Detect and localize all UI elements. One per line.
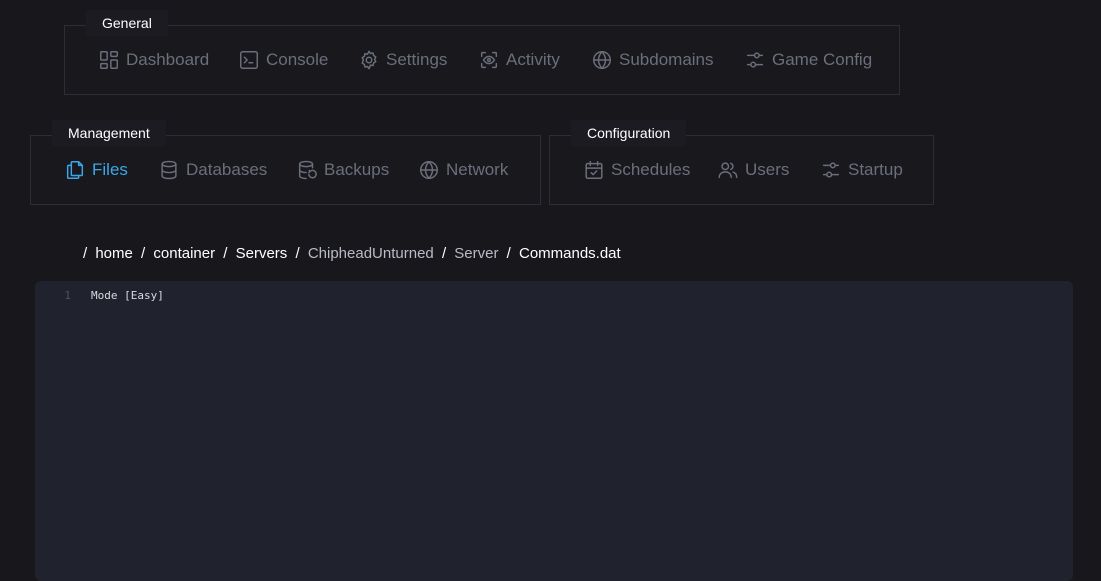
files-icon <box>66 161 84 179</box>
line-number: 1 <box>64 289 71 302</box>
sliders-icon <box>822 162 840 178</box>
gear-icon <box>361 50 377 70</box>
breadcrumb-current-file: Commands.dat <box>518 245 621 262</box>
breadcrumb-segment-home[interactable]: home <box>95 245 133 262</box>
nav-console-label: Console <box>266 50 329 69</box>
nav-files-label: Files <box>92 160 128 179</box>
nav-dashboard[interactable]: Dashboard <box>98 49 209 71</box>
nav-backups-label: Backups <box>324 160 390 179</box>
nav-subdomains[interactable]: Subdomains <box>591 49 714 71</box>
sliders-icon <box>746 52 764 68</box>
nav-subdomains-label: Subdomains <box>619 50 714 69</box>
nav-databases[interactable]: Databases <box>158 159 267 181</box>
breadcrumb-segment-servers[interactable]: Servers <box>236 245 288 262</box>
breadcrumb-separator: / <box>506 245 511 262</box>
breadcrumb-separator: / <box>441 245 447 262</box>
breadcrumb-segment-chipheadunturned[interactable]: ChipheadUnturned <box>308 245 434 262</box>
dashboard-icon <box>100 51 118 69</box>
globe-icon <box>420 161 438 179</box>
globe-icon <box>593 51 611 69</box>
database-restore-icon <box>298 160 317 180</box>
nav-dashboard-label: Dashboard <box>126 50 210 69</box>
nav-backups[interactable]: Backups <box>296 159 389 181</box>
general-group-title: General <box>86 10 168 36</box>
breadcrumb-separator: / <box>223 245 228 262</box>
code-line[interactable]: Mode [Easy] <box>91 289 164 302</box>
code-editor[interactable]: 1 Mode [Easy] <box>35 281 1073 581</box>
nav-settings[interactable]: Settings <box>358 49 447 71</box>
nav-network-label: Network <box>446 160 509 179</box>
nav-game-config[interactable]: Game Config <box>744 49 872 71</box>
breadcrumb: / home / container / Servers / ChipheadU… <box>83 245 621 262</box>
nav-game-config-label: Game Config <box>772 50 873 69</box>
users-icon <box>718 162 738 179</box>
nav-files[interactable]: Files <box>64 159 128 181</box>
breadcrumb-separator: / <box>295 245 300 262</box>
eye-scan-icon <box>480 51 498 69</box>
nav-console[interactable]: Console <box>238 49 328 71</box>
nav-databases-label: Databases <box>186 160 268 179</box>
nav-activity-label: Activity <box>506 50 560 69</box>
nav-settings-label: Settings <box>386 50 448 69</box>
breadcrumb-segment-container[interactable]: container <box>153 245 215 262</box>
nav-users[interactable]: Users <box>717 159 789 181</box>
management-group-title: Management <box>52 120 166 146</box>
general-nav-group: General Dashboard Console Settings Activ… <box>64 10 900 95</box>
nav-startup-label: Startup <box>848 160 903 179</box>
configuration-group-title: Configuration <box>571 120 687 146</box>
breadcrumb-separator: / <box>141 245 146 262</box>
nav-network[interactable]: Network <box>418 159 508 181</box>
breadcrumb-segment-server[interactable]: Server <box>454 245 498 262</box>
terminal-icon <box>240 51 258 69</box>
management-nav-group: Management Files Databases Backups Netwo… <box>30 120 541 205</box>
database-icon <box>161 160 177 180</box>
nav-activity[interactable]: Activity <box>478 49 560 71</box>
nav-schedules-label: Schedules <box>611 160 691 179</box>
nav-startup[interactable]: Startup <box>820 159 903 181</box>
nav-users-label: Users <box>745 160 790 179</box>
calendar-check-icon <box>585 161 603 179</box>
breadcrumb-separator: / <box>83 245 88 262</box>
nav-schedules[interactable]: Schedules <box>583 159 690 181</box>
configuration-nav-group: Configuration Schedules Users Startup <box>549 120 934 205</box>
